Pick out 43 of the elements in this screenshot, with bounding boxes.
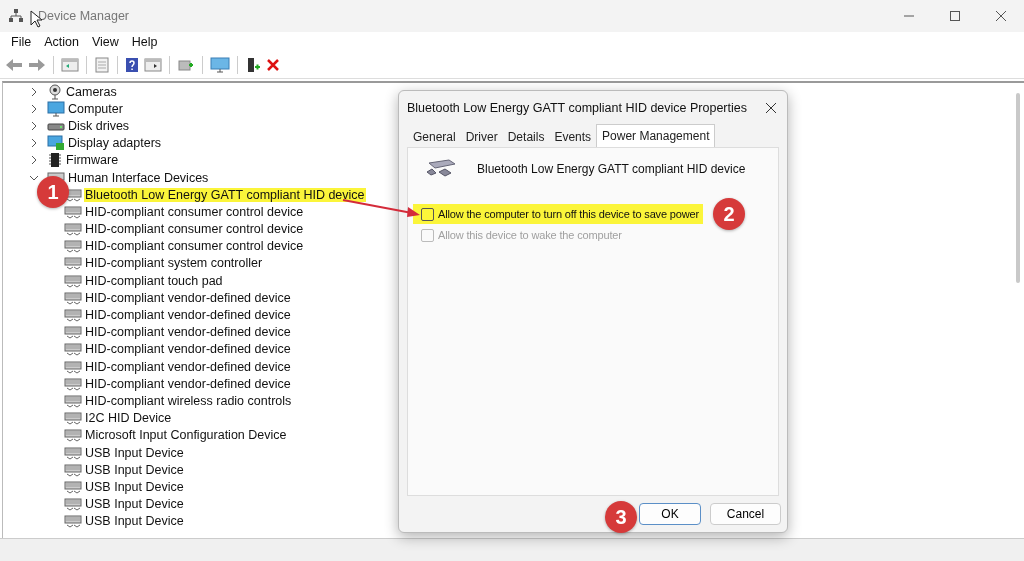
menu-item[interactable]: Help: [126, 35, 166, 49]
tab[interactable]: General: [408, 127, 461, 147]
dialog-button[interactable]: OK: [639, 503, 701, 525]
dialog-button[interactable]: Cancel: [710, 503, 781, 525]
tree-item[interactable]: HID-compliant vendor-defined device: [84, 376, 292, 391]
tree-item[interactable]: I2C HID Device: [84, 411, 173, 426]
tree-item[interactable]: USB Input Device: [84, 497, 185, 512]
tree-item[interactable]: USB Input Device: [84, 445, 185, 460]
device-name: Bluetooth Low Energy GATT compliant HID device: [477, 162, 746, 176]
tree-item[interactable]: USB Input Device: [84, 462, 185, 477]
tab[interactable]: Driver: [460, 127, 503, 147]
tab[interactable]: Details: [502, 127, 550, 147]
tree-item[interactable]: Computer: [68, 101, 123, 116]
checkbox-label: Allow this device to wake the computer: [438, 229, 622, 241]
dialog-title: Bluetooth Low Energy GATT compliant HID device Properties: [407, 101, 747, 115]
checkbox-label: Allow the computer to turn off this device to save power: [438, 208, 700, 220]
tree-item[interactable]: HID-compliant consumer control device: [84, 239, 305, 254]
tree-item[interactable]: HID-compliant vendor-defined device: [84, 359, 292, 374]
tree-item[interactable]: Bluetooth Low Energy GATT compliant HID device: [84, 187, 366, 202]
tab[interactable]: Power Management: [596, 124, 716, 147]
tree-item[interactable]: HID-compliant consumer control device: [84, 204, 305, 219]
tree-item[interactable]: HID-compliant vendor-defined device: [84, 308, 292, 323]
step-number-badge: 1: [37, 176, 69, 208]
menu-item[interactable]: Action: [39, 35, 87, 49]
tree-item[interactable]: Cameras: [66, 84, 117, 99]
window-title: Device Manager: [38, 9, 129, 23]
tree-item[interactable]: HID-compliant vendor-defined device: [84, 342, 292, 357]
tree-item[interactable]: HID-compliant touch pad: [84, 273, 224, 288]
tree-item[interactable]: Human Interface Devices: [68, 170, 209, 185]
tree-item[interactable]: HID-compliant vendor-defined device: [84, 290, 292, 305]
menu-item[interactable]: File: [6, 35, 40, 49]
tree-item[interactable]: HID-compliant system controller: [84, 256, 264, 271]
tree-item[interactable]: Display adapters: [68, 136, 162, 151]
tree-item[interactable]: Microsoft Input Configuration Device: [84, 428, 288, 443]
tree-item[interactable]: Disk drives: [68, 118, 130, 133]
tree-item[interactable]: USB Input Device: [84, 514, 185, 529]
tree-item[interactable]: HID-compliant wireless radio controls: [84, 393, 293, 408]
menu-item[interactable]: View: [86, 35, 127, 49]
tree-item[interactable]: HID-compliant consumer control device: [84, 222, 305, 237]
tree-item[interactable]: HID-compliant vendor-defined device: [84, 325, 292, 340]
tree-item[interactable]: Firmware: [66, 153, 119, 168]
tree-item[interactable]: USB Input Device: [84, 479, 185, 494]
tab[interactable]: Events: [549, 127, 597, 147]
